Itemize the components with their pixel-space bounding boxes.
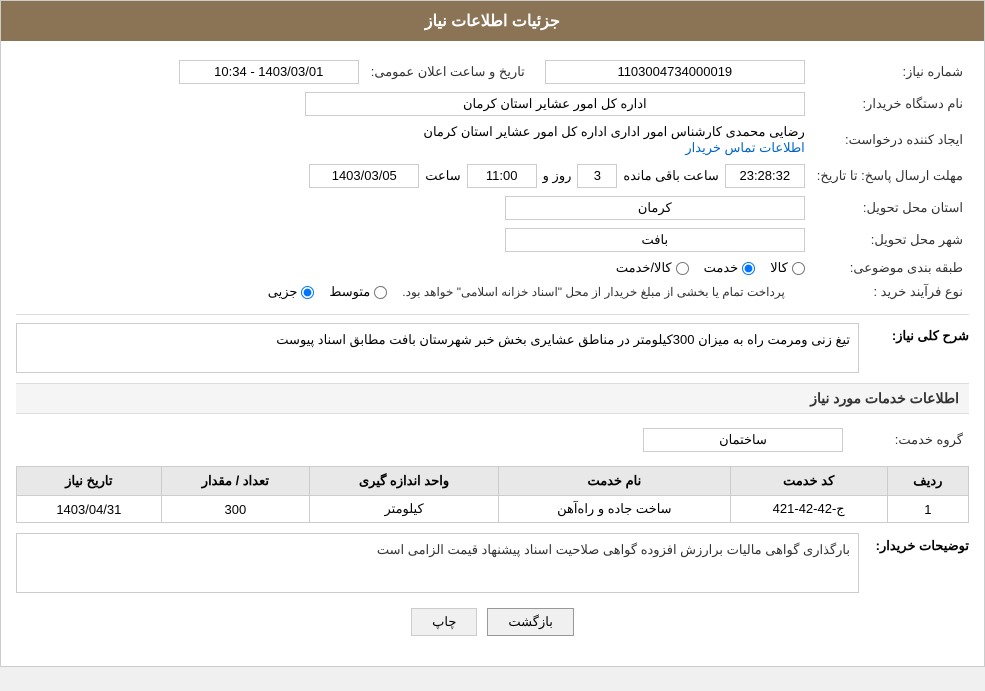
service-group-label: گروه خدمت: xyxy=(849,424,969,456)
delivery-city-value: بافت xyxy=(505,228,805,252)
response-days-value: 3 xyxy=(577,164,617,188)
table-row: 1ج-42-42-421ساخت جاده و راه‌آهنکیلومتر30… xyxy=(17,496,969,523)
purchase-type-jozi[interactable]: جزیی xyxy=(268,284,315,300)
col-row: ردیف xyxy=(887,467,968,496)
creator-label: ایجاد کننده درخواست: xyxy=(811,120,969,160)
response-days-label: روز و xyxy=(543,168,572,184)
delivery-city-label: شهر محل تحویل: xyxy=(811,224,969,256)
col-count: تعداد / مقدار xyxy=(161,467,309,496)
services-table: ردیف کد خدمت نام خدمت واحد اندازه گیری ت… xyxy=(16,466,969,523)
page-header: جزئیات اطلاعات نیاز xyxy=(1,1,984,41)
category-khedmat-option[interactable]: خدمت xyxy=(704,260,756,276)
buyer-notes-value: بارگذاری گواهی مالیات برارزش افزوده گواه… xyxy=(16,533,859,593)
service-group-value: ساختمان xyxy=(643,428,843,452)
org-name-label: نام دستگاه خریدار: xyxy=(811,88,969,120)
org-name-value: اداره کل امور عشایر استان کرمان xyxy=(305,92,805,116)
category-kala-khedmat-option[interactable]: کالا/خدمت xyxy=(616,260,689,276)
print-button[interactable]: چاپ xyxy=(411,608,477,636)
action-buttons: بازگشت چاپ xyxy=(16,608,969,651)
response-time-label: ساعت xyxy=(425,168,460,184)
back-button[interactable]: بازگشت xyxy=(487,608,573,636)
category-label: طبقه بندی موضوعی: xyxy=(811,256,969,280)
buyer-notes-label: توضیحات خریدار: xyxy=(869,533,969,554)
pub-date-label: تاریخ و ساعت اعلان عمومی: xyxy=(365,56,531,88)
purchase-type-motosat[interactable]: متوسط xyxy=(329,284,387,300)
response-remaining-label: ساعت باقی مانده xyxy=(623,168,718,184)
response-date-value: 1403/03/05 xyxy=(309,164,419,188)
col-unit: واحد اندازه گیری xyxy=(310,467,499,496)
contact-link[interactable]: اطلاعات تماس خریدار xyxy=(685,140,804,155)
response-remaining-value: 23:28:32 xyxy=(725,164,805,188)
category-kala-option[interactable]: کالا xyxy=(770,260,805,276)
creator-value: رضایی محمدی کارشناس امور اداری اداره کل … xyxy=(423,124,804,139)
delivery-province-value: کرمان xyxy=(505,196,805,220)
services-section-title: اطلاعات خدمات مورد نیاز xyxy=(16,383,969,414)
col-service-name: نام خدمت xyxy=(499,467,731,496)
col-service-code: کد خدمت xyxy=(730,467,887,496)
need-number-value: 1103004734000019 xyxy=(545,60,805,84)
response-time-value: 11:00 xyxy=(467,164,537,188)
need-number-label: شماره نیاز: xyxy=(811,56,969,88)
col-date: تاریخ نیاز xyxy=(17,467,162,496)
need-desc-value: تیغ زنی ومرمت راه به میزان 300کیلومتر در… xyxy=(16,323,859,373)
purchase-type-label: نوع فرآیند خرید : xyxy=(811,280,969,304)
page-title: جزئیات اطلاعات نیاز xyxy=(425,13,560,30)
need-desc-label: شرح کلی نیاز: xyxy=(869,323,969,344)
pub-date-value: 1403/03/01 - 10:34 xyxy=(179,60,359,84)
response-deadline-label: مهلت ارسال پاسخ: تا تاریخ: xyxy=(811,160,969,192)
purchase-type-note: پرداخت تمام یا بخشی از مبلغ خریدار از مح… xyxy=(402,285,785,299)
delivery-province-label: استان محل تحویل: xyxy=(811,192,969,224)
